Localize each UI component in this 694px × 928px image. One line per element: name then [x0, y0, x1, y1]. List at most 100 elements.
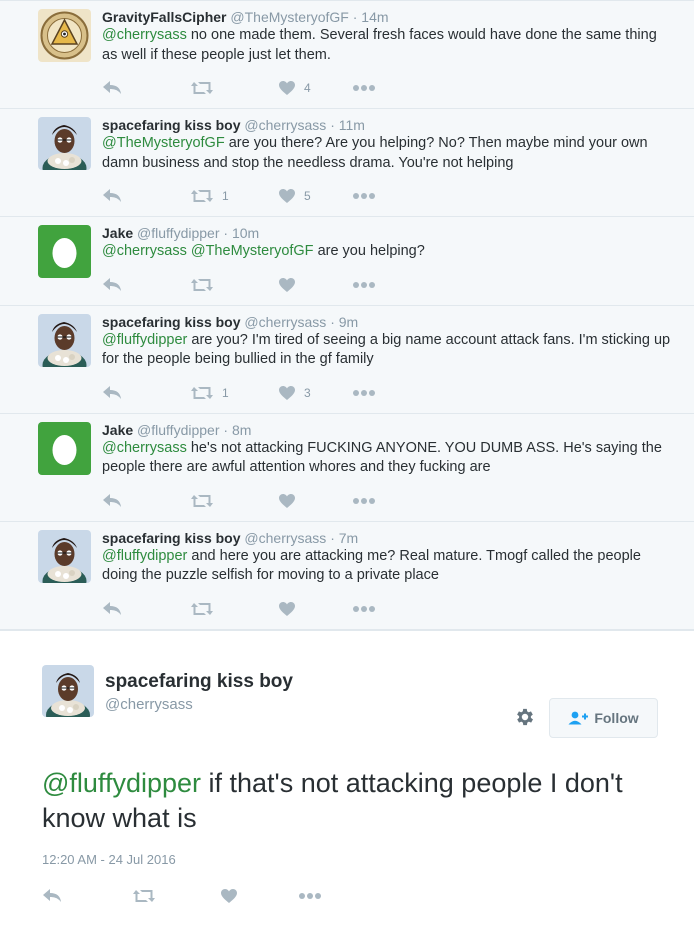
author-name[interactable]: spacefaring kiss boy [102, 530, 241, 546]
author-name[interactable]: GravityFallsCipher [102, 9, 227, 25]
mention-link[interactable]: @fluffydipper [102, 332, 187, 348]
tweet-actions: 13 [102, 373, 674, 413]
author-handle[interactable]: @fluffydipper [137, 422, 219, 438]
retweet-button[interactable] [190, 493, 278, 509]
author-handle[interactable]: @cherrysass [244, 314, 326, 330]
retweet-icon [190, 188, 214, 204]
thread-tweet[interactable]: GravityFallsCipher @TheMysteryofGF · 14m… [0, 0, 694, 109]
mention-link[interactable]: @fluffydipper [42, 768, 201, 798]
like-button[interactable]: 3 [278, 385, 352, 401]
author-name[interactable]: Jake [102, 225, 133, 241]
tweet-time[interactable]: 9m [339, 314, 358, 330]
more-icon[interactable] [352, 84, 376, 92]
like-button[interactable]: 5 [278, 188, 352, 204]
spacefaring-avatar[interactable] [38, 117, 91, 170]
tweet-text: @cherrysass no one made them. Several fr… [102, 26, 674, 65]
tweet-text-segment: are you? I'm tired of seeing a big name … [102, 331, 671, 368]
retweet-icon [190, 493, 214, 509]
reply-icon[interactable] [102, 601, 190, 617]
add-user-icon [568, 711, 589, 725]
reply-icon[interactable] [102, 385, 190, 401]
tweet-time[interactable]: 11m [339, 117, 365, 133]
retweet-icon [190, 601, 214, 617]
thread-tweet[interactable]: spacefaring kiss boy @cherrysass · 9m @fl… [0, 306, 694, 414]
heart-icon [278, 277, 296, 293]
spacefaring-avatar[interactable] [42, 664, 94, 717]
heart-icon [278, 80, 296, 96]
author-handle[interactable]: @TheMysteryofGF [230, 9, 348, 25]
author-name[interactable]: spacefaring kiss boy [102, 117, 241, 133]
retweet-icon [190, 277, 214, 293]
retweet-button[interactable]: 1 [190, 385, 278, 401]
author-handle[interactable]: @fluffydipper [137, 225, 219, 241]
author-name[interactable]: Jake [102, 422, 133, 438]
tweet-text: @cherrysass he's not attacking FUCKING A… [102, 439, 674, 478]
reply-icon[interactable] [102, 188, 190, 204]
more-icon[interactable] [352, 605, 376, 613]
mention-link[interactable]: @TheMysteryofGF [102, 135, 225, 151]
reply-icon[interactable] [42, 888, 132, 904]
more-icon[interactable] [352, 281, 376, 289]
mention-link[interactable]: @cherrysass [102, 243, 187, 259]
thread-tweet[interactable]: Jake @fluffydipper · 10m @cherrysass @The… [0, 217, 694, 306]
more-icon[interactable] [352, 497, 376, 505]
retweet-icon [190, 385, 214, 401]
thread-tweet[interactable]: spacefaring kiss boy @cherrysass · 7m @fl… [0, 522, 694, 630]
tweet-time[interactable]: 14m [361, 9, 388, 25]
author-name[interactable]: spacefaring kiss boy [105, 671, 293, 693]
tweet-time[interactable]: 8m [232, 422, 251, 438]
spacefaring-avatar[interactable] [38, 313, 91, 367]
mention-link[interactable]: @cherrysass [102, 440, 187, 456]
author-handle[interactable]: @cherrysass [244, 117, 326, 133]
reply-icon[interactable] [102, 493, 190, 509]
separator-dot: · [330, 313, 335, 330]
more-icon[interactable] [352, 389, 376, 397]
reply-icon[interactable] [102, 80, 190, 96]
spacefaring-avatar[interactable] [38, 529, 91, 583]
heart-icon [278, 493, 296, 509]
more-icon[interactable] [352, 192, 376, 200]
retweet-button[interactable] [190, 277, 278, 293]
tweet-actions [102, 265, 674, 305]
more-icon[interactable] [298, 892, 322, 900]
like-button[interactable]: 4 [278, 80, 352, 96]
mention-link[interactable]: @TheMysteryofGF [191, 243, 314, 259]
author-name[interactable]: spacefaring kiss boy [102, 314, 241, 330]
thread-tweet[interactable]: Jake @fluffydipper · 8m @cherrysass he's … [0, 414, 694, 522]
separator-dot: · [330, 117, 335, 133]
heart-icon [278, 601, 296, 617]
separator-dot: · [223, 421, 229, 438]
retweet-button[interactable] [190, 601, 278, 617]
follow-label: Follow [594, 710, 639, 726]
tweet-actions: 15 [102, 176, 674, 216]
tweet-time[interactable]: 10m [232, 225, 259, 241]
retweet-count: 1 [222, 189, 229, 203]
tweet-text: @fluffydipper and here you are attacking… [102, 547, 674, 586]
retweet-icon[interactable] [132, 888, 220, 904]
author-handle[interactable]: @cherrysass [244, 530, 326, 546]
egg-avatar[interactable] [38, 225, 91, 278]
gear-icon[interactable] [514, 706, 536, 733]
mention-link[interactable]: @fluffydipper [102, 548, 187, 564]
heart-icon[interactable] [220, 888, 298, 904]
like-button[interactable] [278, 601, 352, 617]
separator-dot: · [330, 529, 335, 546]
tweet-time[interactable]: 7m [339, 530, 358, 546]
author-handle[interactable]: @cherrysass [105, 696, 293, 713]
like-button[interactable] [278, 493, 352, 509]
tweet-timestamp[interactable]: 12:20 AM - 24 Jul 2016 [42, 852, 176, 867]
heart-icon [278, 188, 296, 204]
retweet-button[interactable] [190, 80, 278, 96]
reply-icon[interactable] [102, 277, 190, 293]
like-button[interactable] [278, 277, 352, 293]
like-count: 4 [304, 81, 311, 95]
tweet-actions: 4 [102, 68, 674, 108]
thread-tweet[interactable]: spacefaring kiss boy @cherrysass · 11m @T… [0, 109, 694, 217]
triangle-cipher-avatar[interactable] [38, 9, 91, 62]
retweet-button[interactable]: 1 [190, 188, 278, 204]
egg-avatar[interactable] [38, 421, 91, 475]
follow-button[interactable]: Follow [549, 698, 658, 738]
retweet-icon [190, 80, 214, 96]
separator-dot: · [352, 9, 358, 25]
mention-link[interactable]: @cherrysass [102, 27, 187, 43]
